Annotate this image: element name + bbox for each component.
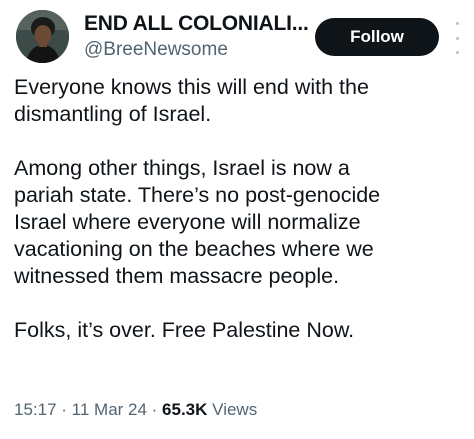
tweet-card: END ALL COLONIALI... @BreeNewsome Follow…: [0, 0, 474, 439]
tweet-line: Among other things, Israel is now a: [14, 156, 350, 180]
author-handle[interactable]: @BreeNewsome: [84, 38, 314, 62]
tweet-text: Everyone knows this will end with the di…: [14, 74, 466, 344]
views-label: Views: [212, 400, 258, 419]
tweet-line: witnessed them massacre people.: [14, 264, 340, 288]
author-display-name[interactable]: END ALL COLONIALI...: [84, 12, 314, 36]
tweet-header: END ALL COLONIALI... @BreeNewsome Follow: [14, 10, 464, 66]
tweet-line: Israel where everyone will normalize: [14, 210, 361, 234]
views-count: 65.3K: [162, 400, 208, 419]
author-names: END ALL COLONIALI... @BreeNewsome: [84, 12, 314, 62]
more-options-icon[interactable]: [450, 22, 464, 54]
follow-button[interactable]: Follow: [315, 18, 439, 56]
tweet-line: pariah state. There’s no post-genocide: [14, 183, 381, 207]
meta-separator: ·: [146, 400, 163, 419]
tweet-time[interactable]: 15:17: [14, 400, 57, 419]
tweet-date[interactable]: 11 Mar 24: [72, 400, 147, 419]
tweet-line: vacationing on the beaches where we: [14, 237, 374, 261]
tweet-line: dismantling of Israel.: [14, 102, 212, 126]
tweet-meta: 15:17 · 11 Mar 24 · 65.3K Views: [14, 398, 257, 422]
avatar[interactable]: [16, 10, 69, 63]
tweet-line: Folks, it’s over. Free Palestine Now.: [14, 318, 355, 342]
meta-separator: ·: [56, 400, 72, 419]
tweet-line: Everyone knows this will end with the: [14, 75, 369, 99]
